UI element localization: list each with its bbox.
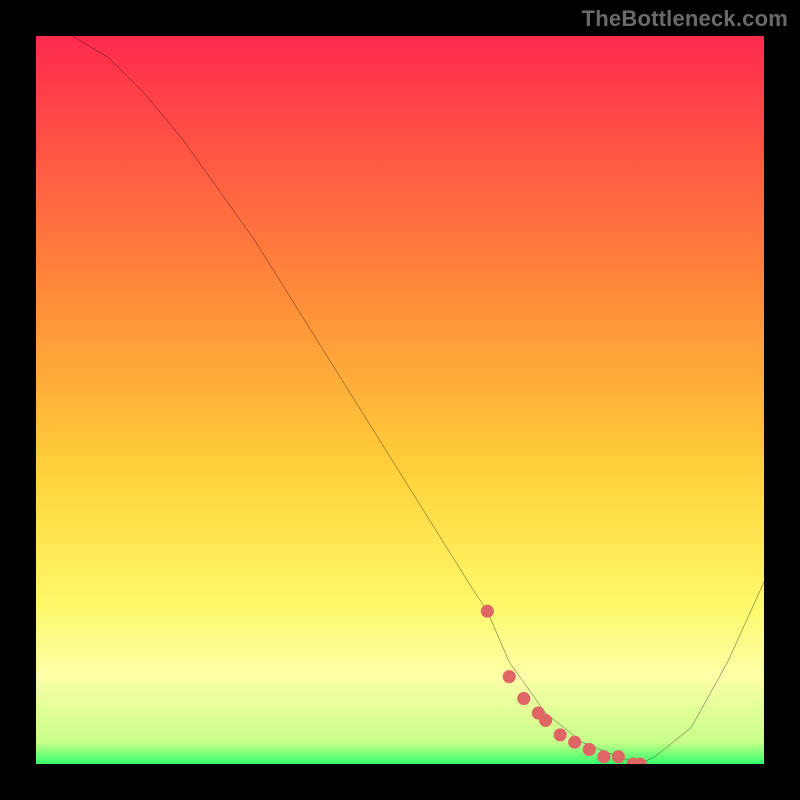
watermark-text: TheBottleneck.com	[582, 6, 788, 32]
valley-marker	[612, 750, 625, 763]
valley-marker	[568, 736, 581, 749]
valley-marker	[517, 692, 530, 705]
valley-marker	[539, 714, 552, 727]
valley-marker	[481, 605, 494, 618]
plot-area	[36, 36, 764, 764]
valley-marker	[503, 670, 516, 683]
chart-frame: TheBottleneck.com	[0, 0, 800, 800]
bottleneck-curve	[36, 36, 764, 764]
valley-marker	[583, 743, 596, 756]
valley-marker	[597, 750, 610, 763]
valley-marker	[554, 728, 567, 741]
